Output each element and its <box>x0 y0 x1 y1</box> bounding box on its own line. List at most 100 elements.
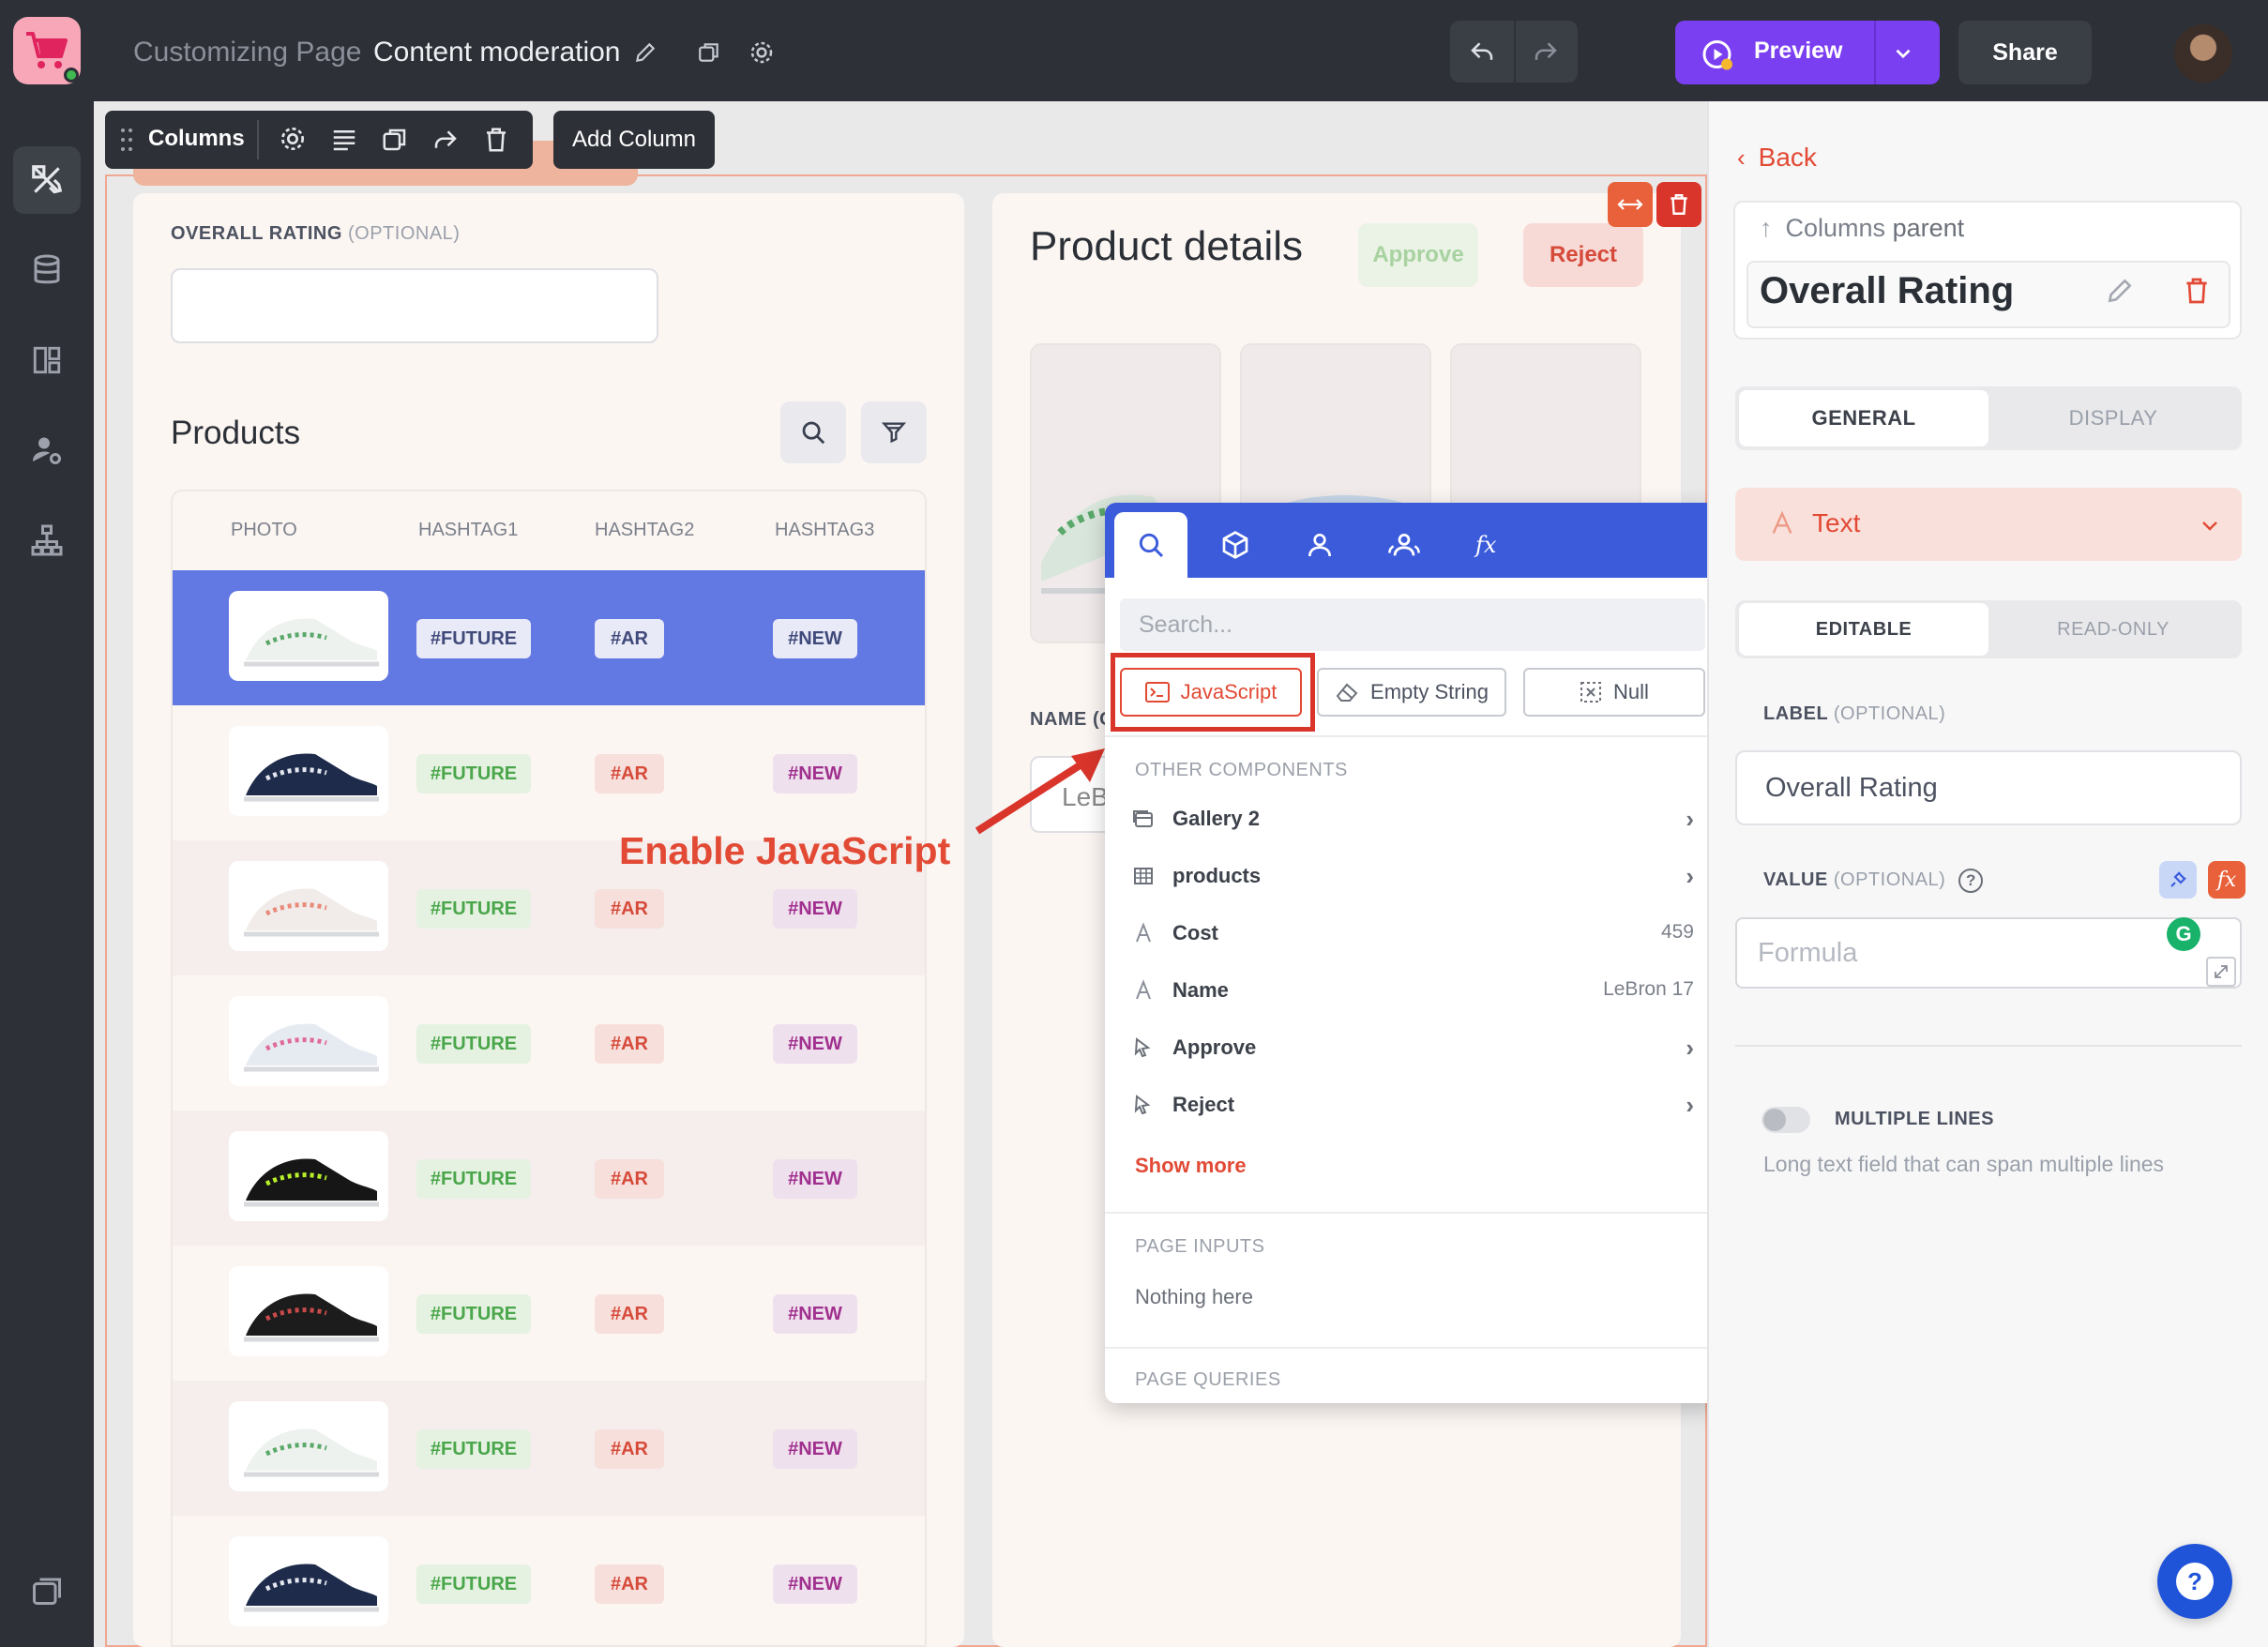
table-header: PHOTO HASHTAG1 HASHTAG2 HASHTAG3 <box>173 491 925 570</box>
component-list-item[interactable]: Gallery 2 › <box>1124 792 1705 844</box>
preview-button[interactable]: Preview <box>1675 21 1940 84</box>
table-row[interactable]: #FUTURE #AR #NEW <box>173 705 925 840</box>
product-details-title: Product details <box>1030 223 1304 269</box>
product-photo <box>229 996 388 1086</box>
table-row[interactable]: #FUTURE #AR #NEW <box>173 975 925 1111</box>
tab-editable[interactable]: EDITABLE <box>1739 603 1988 656</box>
component-list-item[interactable]: Cost 459 <box>1124 906 1705 959</box>
text-icon <box>1131 978 1156 1003</box>
settings-gear-icon[interactable] <box>743 34 780 71</box>
drag-handle-icon[interactable] <box>120 126 133 154</box>
align-icon[interactable] <box>330 126 358 154</box>
move-arrow-icon[interactable] <box>431 126 460 154</box>
formula-input[interactable]: Formula <box>1735 917 2242 989</box>
duplicate-icon[interactable] <box>381 126 409 154</box>
settings-gear-icon[interactable] <box>278 124 308 154</box>
rail-layout[interactable] <box>13 326 81 394</box>
bind-data-button[interactable] <box>2159 861 2197 899</box>
products-table: PHOTO HASHTAG1 HASHTAG2 HASHTAG3 #FUTURE… <box>171 490 927 1647</box>
grammarly-icon[interactable]: G <box>2167 917 2200 951</box>
rail-data[interactable] <box>13 236 81 304</box>
null-chip[interactable]: Null <box>1523 668 1705 717</box>
help-circle-icon[interactable]: ? <box>1958 869 1984 893</box>
table-row[interactable]: #FUTURE #AR #NEW <box>173 1246 925 1381</box>
tab-user[interactable] <box>1283 512 1356 578</box>
tab-read-only[interactable]: READ-ONLY <box>1988 603 2238 656</box>
rail-pages[interactable] <box>13 1557 81 1624</box>
parent-link[interactable]: ↑ Columns parent <box>1760 214 1964 243</box>
empty-string-chip[interactable]: Empty String <box>1317 668 1506 717</box>
resize-horizontal-icon <box>1617 199 1643 210</box>
popup-search-input[interactable]: Search... <box>1120 598 1705 651</box>
tab-users[interactable] <box>1368 512 1441 578</box>
column-header-hashtag2[interactable]: HASHTAG2 <box>595 520 694 541</box>
help-button[interactable]: ? <box>2157 1544 2232 1619</box>
product-photo <box>229 726 388 816</box>
rail-design[interactable] <box>13 146 81 214</box>
table-row[interactable]: #FUTURE #AR #NEW <box>173 1516 925 1645</box>
hashtag2-badge: #AR <box>595 1294 664 1334</box>
expand-editor-icon[interactable] <box>2206 957 2236 987</box>
avatar[interactable] <box>2174 24 2232 83</box>
edit-pencil-icon[interactable] <box>627 34 664 71</box>
back-link[interactable]: ‹ Back <box>1737 143 1817 173</box>
hashtag2-badge: #AR <box>595 754 664 793</box>
products-filter-button[interactable] <box>861 401 927 463</box>
text-icon <box>1131 921 1156 945</box>
products-search-button[interactable] <box>780 401 846 463</box>
tab-search[interactable] <box>1114 512 1187 578</box>
undo-icon[interactable] <box>1463 33 1501 70</box>
trash-icon[interactable] <box>482 126 510 154</box>
rename-pencil-icon[interactable] <box>2105 276 2135 310</box>
column-header-hashtag3[interactable]: HASHTAG3 <box>775 520 874 541</box>
multiple-lines-toggle[interactable] <box>1761 1107 1810 1133</box>
share-button[interactable]: Share <box>1958 21 2092 84</box>
add-column-button[interactable]: Add Column <box>553 111 715 169</box>
show-more-link[interactable]: Show more <box>1135 1154 1247 1178</box>
cursor-icon <box>1131 1035 1156 1060</box>
tab-display[interactable]: DISPLAY <box>1988 390 2238 446</box>
label-input[interactable]: Overall Rating <box>1735 750 2242 825</box>
column-header-photo[interactable]: PHOTO <box>231 520 297 541</box>
reject-button[interactable]: Reject <box>1523 223 1643 287</box>
component-list-item[interactable]: Name LeBron 17 <box>1124 963 1705 1016</box>
page-title: Content moderation <box>373 37 621 68</box>
value-field-label: VALUE (OPTIONAL) ? <box>1763 869 1984 893</box>
approve-button[interactable]: Approve <box>1358 223 1478 287</box>
multiple-lines-description: Long text field that can span multiple l… <box>1763 1152 2165 1176</box>
component-list-item[interactable]: Approve › <box>1124 1020 1705 1073</box>
chevron-down-icon[interactable] <box>1891 41 1915 66</box>
column-header-hashtag1[interactable]: HASHTAG1 <box>418 520 518 541</box>
app-logo[interactable] <box>13 17 81 84</box>
plug-icon <box>2170 871 2186 887</box>
table-row[interactable]: #FUTURE #AR #NEW <box>173 570 925 705</box>
user-settings-icon <box>33 437 61 464</box>
resize-column-button[interactable] <box>1608 182 1653 227</box>
hashtag2-badge: #AR <box>595 1564 664 1604</box>
component-list-item[interactable]: Reject › <box>1124 1078 1705 1130</box>
tab-general[interactable]: GENERAL <box>1739 390 1988 446</box>
cart-icon <box>26 32 68 68</box>
component-list-item-label: Name <box>1172 978 1229 1002</box>
javascript-chip[interactable]: JavaScript <box>1120 668 1302 717</box>
rail-users[interactable] <box>13 416 81 484</box>
redo-icon[interactable] <box>1527 33 1565 70</box>
hashtag2-badge: #AR <box>595 889 664 929</box>
breadcrumb-parent[interactable]: Customizing Page <box>133 34 361 71</box>
chevron-right-icon: › <box>1686 1091 1694 1119</box>
field-type-select[interactable]: Text <box>1735 488 2242 561</box>
formula-mode-button[interactable]: fx <box>2208 861 2245 899</box>
overall-rating-input[interactable] <box>171 268 658 343</box>
tab-formulas[interactable]: fx <box>1452 512 1525 578</box>
tab-components[interactable] <box>1199 512 1272 578</box>
chevron-right-icon: › <box>1686 805 1694 833</box>
table-row[interactable]: #FUTURE #AR #NEW <box>173 1381 925 1516</box>
delete-component-icon[interactable] <box>2182 276 2212 310</box>
table-row[interactable]: #FUTURE #AR #NEW <box>173 1111 925 1246</box>
delete-column-button[interactable] <box>1656 182 1701 227</box>
duplicate-icon[interactable] <box>690 34 728 71</box>
component-list-item[interactable]: products › <box>1124 849 1705 901</box>
product-photo <box>229 1401 388 1491</box>
status-dot <box>64 68 79 83</box>
rail-hierarchy[interactable] <box>13 506 81 574</box>
